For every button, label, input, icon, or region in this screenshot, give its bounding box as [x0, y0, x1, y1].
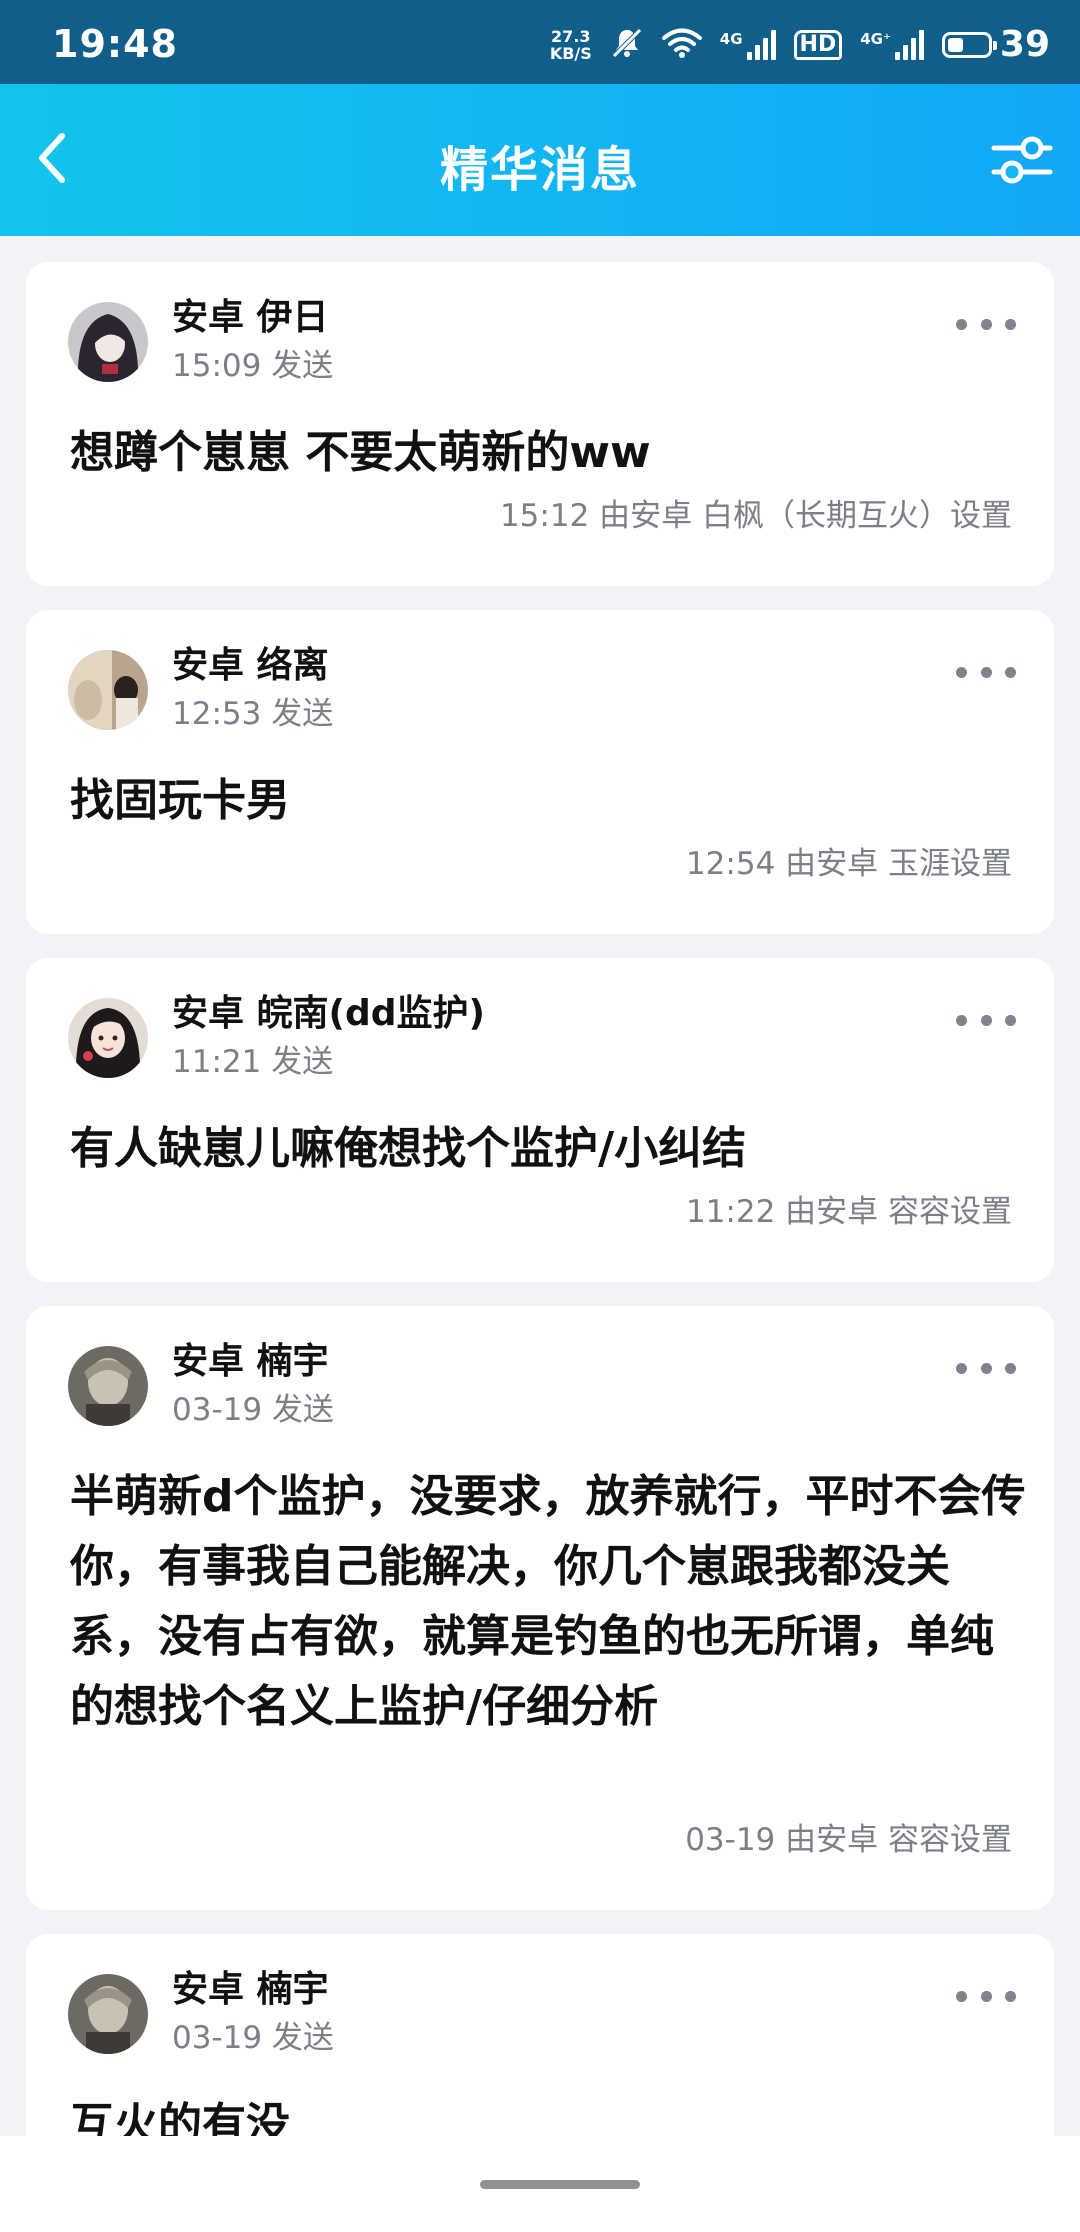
dot-icon — [980, 318, 992, 330]
more-options-button[interactable] — [956, 1356, 1016, 1380]
home-indicator[interactable] — [480, 2180, 640, 2189]
signal-2-tag: 4G⁺ — [860, 29, 891, 48]
battery: 39 — [941, 24, 1050, 65]
mute-bell-icon — [610, 26, 644, 64]
sent-time: 11:21 发送 — [172, 1044, 334, 1080]
dot-icon — [1005, 318, 1016, 330]
more-options-button[interactable] — [956, 1984, 1016, 2008]
author-name: 安卓 皖南(dd监护) — [172, 993, 485, 1034]
avatar[interactable] — [68, 998, 148, 1078]
dot-icon — [980, 666, 992, 678]
network-speed-value: 27.3 — [551, 26, 591, 46]
battery-percent: 39 — [999, 24, 1050, 65]
battery-icon — [941, 31, 997, 58]
cellular-signal-1: 4G — [719, 29, 776, 60]
message-content: 有人缺崽儿嘛俺想找个监护/小纠结 — [70, 1123, 747, 1174]
avatar[interactable] — [68, 302, 148, 382]
nav-bar: 精华消息 — [0, 84, 1080, 236]
setter-info: 03-19 由安卓 容容设置 — [685, 1822, 1012, 1858]
dot-icon — [980, 1990, 992, 2002]
more-options-button[interactable] — [956, 1008, 1016, 1032]
sent-time: 15:09 发送 — [172, 348, 334, 384]
dot-icon — [980, 1014, 992, 1026]
message-card[interactable]: 安卓 楠宇 03-19 发送 半萌新d个监护，没要求，放养就行，平时不会传你，有… — [26, 1306, 1054, 1910]
dot-icon — [1005, 666, 1016, 678]
message-card[interactable]: 安卓 皖南(dd监护) 11:21 发送 有人缺崽儿嘛俺想找个监护/小纠结 11… — [26, 958, 1054, 1282]
message-content: 找固玩卡男 — [70, 775, 290, 826]
cellular-signal-2: 4G⁺ — [860, 29, 924, 60]
dot-icon — [956, 666, 967, 678]
avatar[interactable] — [68, 1974, 148, 2054]
dot-icon — [1005, 1014, 1016, 1026]
signal-bars-icon — [894, 29, 924, 60]
sent-time: 03-19 发送 — [172, 2020, 334, 2056]
message-card[interactable]: 安卓 伊日 15:09 发送 想蹲个崽崽 不要太萌新的ww 15:12 由安卓 … — [26, 262, 1054, 586]
status-time: 19:48 — [52, 22, 178, 66]
hd-badge: HD — [793, 29, 843, 60]
setter-info: 12:54 由安卓 玉涯设置 — [685, 846, 1012, 882]
filter-button[interactable] — [984, 124, 1060, 200]
network-speed: 27.3 KB/S — [550, 28, 592, 62]
author-name: 安卓 楠宇 — [172, 1969, 329, 2010]
wifi-icon — [661, 27, 702, 63]
dot-icon — [956, 1990, 967, 2002]
sent-time: 03-19 发送 — [172, 1392, 334, 1428]
message-content: 半萌新d个监护，没要求，放养就行，平时不会传你，有事我自己能解决，你几个崽跟我都… — [70, 1471, 1026, 1732]
message-card[interactable]: 安卓 络离 12:53 发送 找固玩卡男 12:54 由安卓 玉涯设置 — [26, 610, 1054, 934]
message-content: 想蹲个崽崽 不要太萌新的ww — [70, 427, 651, 478]
page-title: 精华消息 — [439, 142, 640, 198]
dot-icon — [1005, 1990, 1016, 2002]
dot-icon — [956, 1362, 967, 1374]
avatar[interactable] — [68, 1346, 148, 1426]
dot-icon — [1005, 1362, 1016, 1374]
avatar[interactable] — [68, 650, 148, 730]
author-name: 安卓 伊日 — [172, 297, 329, 338]
signal-bars-icon — [746, 29, 776, 60]
author-name: 安卓 络离 — [172, 645, 329, 686]
status-icons: 27.3 KB/S 4G HD 4G⁺ 39 — [550, 24, 1050, 65]
dot-icon — [956, 318, 967, 330]
battery-level-fill — [947, 37, 963, 52]
dot-icon — [980, 1362, 992, 1374]
filter-sliders-icon — [990, 132, 1054, 192]
setter-info: 15:12 由安卓 白枫（长期互火）设置 — [499, 498, 1012, 534]
signal-1-tag: 4G — [719, 29, 743, 48]
more-options-button[interactable] — [956, 660, 1016, 684]
sent-time: 12:53 发送 — [172, 696, 334, 732]
status-bar: 19:48 27.3 KB/S 4G HD 4G⁺ 39 — [0, 0, 1080, 84]
more-options-button[interactable] — [956, 312, 1016, 336]
dot-icon — [956, 1014, 967, 1026]
network-speed-unit: KB/S — [549, 43, 592, 63]
setter-info: 11:22 由安卓 容容设置 — [685, 1194, 1012, 1230]
author-name: 安卓 楠宇 — [172, 1341, 329, 1382]
